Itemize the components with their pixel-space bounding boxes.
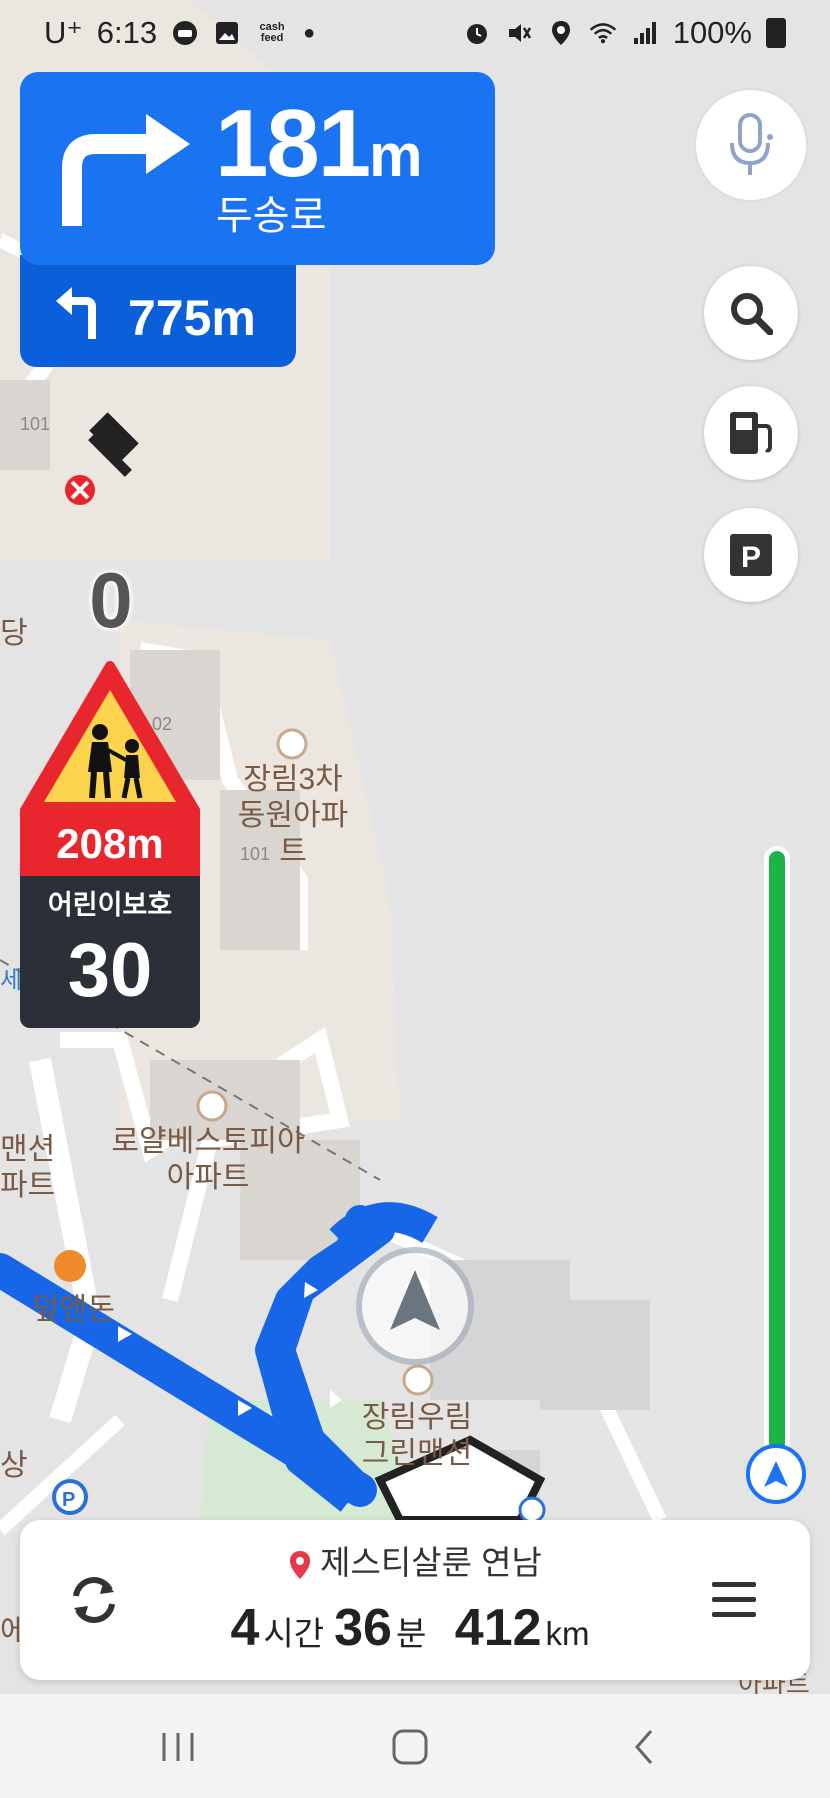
alarm-icon [463, 19, 491, 47]
gas-station-button[interactable] [704, 386, 798, 480]
turn-guidance-panel[interactable]: 181m 두송로 [20, 72, 495, 265]
map-label-apartment: 장림3차 동원아파트 [237, 763, 349, 868]
next-turn-distance: 775m [128, 290, 256, 346]
search-button[interactable] [704, 266, 798, 360]
battery-percent: 100% [672, 15, 752, 50]
current-speed: 0 [89, 556, 133, 644]
map-label-restaurant: 덮앤돈 [32, 1293, 115, 1326]
school-zone-speed-limit: 어린이보호 30 [20, 876, 200, 1028]
destination-name: 제스티살룬 연남 [320, 1544, 542, 1581]
microphone-icon [730, 113, 773, 175]
turn-left-icon [56, 287, 96, 339]
system-nav-bar [0, 1694, 830, 1798]
location-pin-icon [290, 1551, 311, 1580]
zone-label: 어린이보호 [47, 890, 173, 920]
battery-icon [766, 18, 786, 48]
image-icon [213, 19, 241, 47]
remaining-time-distance: 4 시간 36 분 412 km [230, 1599, 590, 1657]
status-bar: U⁺ 6:13 cash feed ● 100% [0, 0, 830, 66]
progress-position-marker [746, 1444, 806, 1504]
signal-icon [631, 19, 659, 47]
clock: 6:13 [96, 15, 158, 50]
fuel-pump-icon [730, 412, 772, 454]
map-label-mansion: 장림우림 그린맨션 [361, 1401, 473, 1470]
map-label-apartment-2: 로얄베스토피아 아파트 [111, 1125, 305, 1194]
recent-apps-icon [162, 1733, 194, 1761]
turn-right-icon [62, 114, 190, 226]
parking-icon: P [730, 534, 772, 576]
home-button[interactable] [380, 1724, 440, 1770]
menu-icon[interactable] [710, 1578, 758, 1622]
more-notifications-dot: ● [303, 21, 316, 44]
back-button[interactable] [614, 1724, 674, 1770]
mute-icon [505, 19, 533, 47]
location-icon [547, 19, 575, 47]
voice-search-button[interactable] [694, 88, 808, 202]
map-label-edge: 당 [0, 617, 28, 650]
back-icon [635, 1730, 653, 1764]
map-label-edge: 상 [0, 1449, 28, 1482]
route-summary-card[interactable]: 제스티살룬 연남 4 시간 36 분 412 km [20, 1520, 810, 1680]
destination: 제스티살룬 연남 [20, 1546, 810, 1580]
parking-button[interactable]: P [704, 508, 798, 602]
wifi-icon [589, 19, 617, 47]
map-label-edge: 맨션 파트 [0, 1133, 56, 1202]
cashfeed-icon: cash feed [259, 21, 285, 44]
route-progress-fill [769, 851, 785, 1451]
next-turn-panel[interactable]: 775m [20, 255, 296, 367]
carrier-label: U⁺ [44, 15, 83, 50]
map-label-bldg-101: 101 [20, 414, 51, 434]
recent-apps-button[interactable] [148, 1724, 208, 1770]
svg-text:P: P [62, 1489, 75, 1511]
speed-limit-value: 30 [67, 928, 153, 1013]
warning-distance: 208m [20, 812, 200, 876]
search-icon [731, 293, 773, 335]
turn-distance: 181m [215, 90, 423, 197]
svg-text:P: P [741, 541, 761, 574]
car-icon [171, 19, 199, 47]
turn-road-name: 두송로 [216, 194, 327, 238]
home-icon [392, 1729, 428, 1765]
school-zone-icon [20, 661, 200, 817]
navigation-arrow-icon [764, 1461, 788, 1487]
